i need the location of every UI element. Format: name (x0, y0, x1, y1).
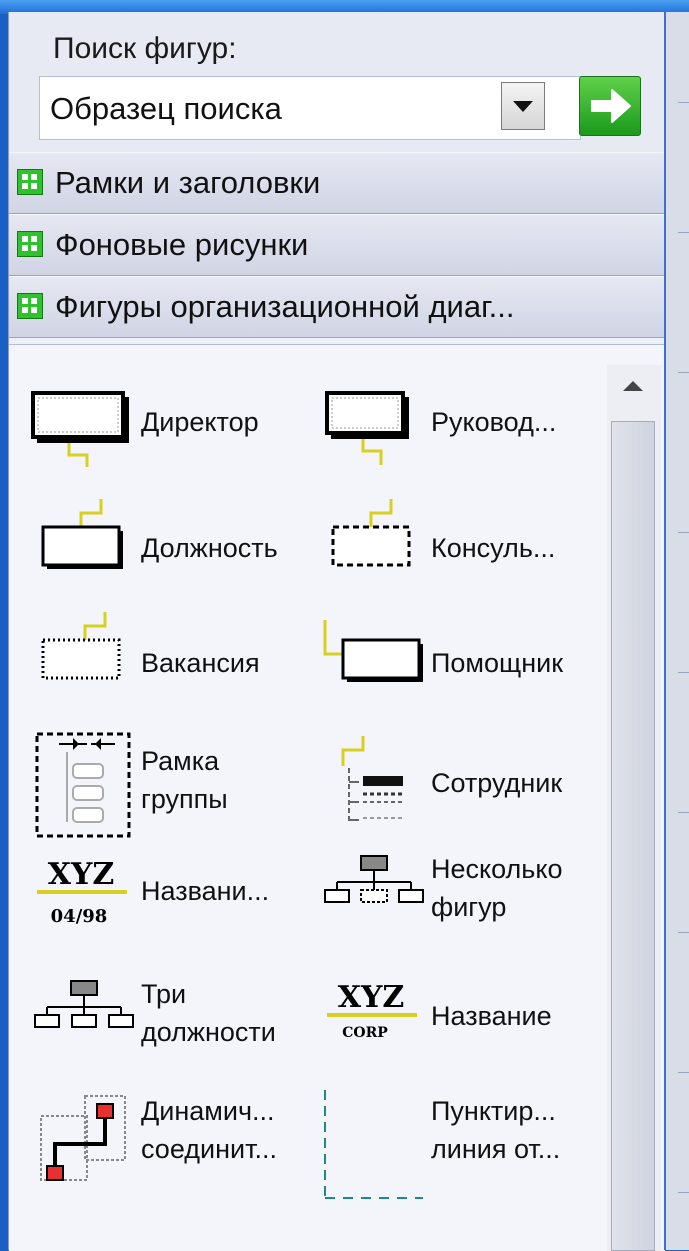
assistant-shape-icon (323, 620, 423, 682)
scroll-thumb[interactable] (611, 421, 655, 1251)
manager-shape-icon (325, 391, 409, 465)
arrow-right-icon (591, 89, 631, 123)
ruler-tick (678, 932, 689, 933)
stencil-label: Фоновые рисунки (55, 227, 309, 262)
three-positions-icon (34, 980, 134, 1028)
multiple-shapes-icon (324, 855, 424, 903)
stencil-borders-titles[interactable]: Рамки и заголовки (9, 152, 665, 214)
shape-staff[interactable]: Сотрудник (319, 730, 609, 840)
shape-label: Сотрудник (431, 768, 563, 798)
svg-text:04/98: 04/98 (51, 906, 108, 927)
consultant-shape-icon (331, 499, 411, 567)
shape-dynamic-connector[interactable]: Динамич... соединит... (29, 1090, 319, 1200)
ruler-tick (678, 1072, 689, 1073)
stencil-backgrounds[interactable]: Фоновые рисунки (9, 214, 665, 276)
shape-label: Рамка группы (141, 746, 228, 814)
shape-name-corp[interactable]: XYZ CORP Название (319, 975, 609, 1085)
scroll-up-button[interactable] (613, 365, 653, 405)
stencil-icon (17, 169, 43, 195)
shape-position[interactable]: Должность (29, 495, 319, 605)
search-input-value: Образец поиска (50, 91, 282, 126)
team-frame-shape-icon (35, 732, 131, 838)
dynamic-connector-icon (40, 1095, 126, 1181)
shape-label: Три должности (141, 979, 276, 1047)
shape-label: Пунктир... линия от... (431, 1096, 561, 1164)
shape-title-date[interactable]: XYZ 04/98 Названи... (29, 850, 319, 960)
shape-label: Вакансия (141, 648, 260, 678)
chevron-up-icon (623, 381, 643, 391)
shape-label: Названи... (141, 876, 270, 906)
shape-assistant[interactable]: Помощник (319, 610, 609, 720)
executive-shape-icon (31, 391, 129, 467)
drawing-canvas-edge (664, 12, 689, 1250)
ruler-tick (678, 1192, 689, 1193)
search-dropdown-button[interactable] (501, 82, 545, 130)
stencil-label: Рамки и заголовки (55, 165, 321, 200)
shape-label: Динамич... соединит... (141, 1096, 277, 1164)
title-date-shape-icon: XYZ 04/98 (37, 857, 127, 927)
search-shapes-area: Поиск фигур: Образец поиска (9, 12, 665, 152)
shape-label: Консуль... (431, 533, 556, 563)
shape-label: Помощник (431, 648, 564, 678)
chevron-down-icon (513, 101, 533, 112)
name-corp-shape-icon: XYZ CORP (327, 980, 417, 1041)
svg-text:CORP: CORP (342, 1025, 388, 1041)
shape-label: Несколько фигур (431, 854, 563, 922)
search-input[interactable]: Образец поиска (39, 76, 581, 140)
ruler-tick (678, 232, 689, 233)
svg-text:XYZ: XYZ (338, 980, 405, 1015)
shape-team-frame[interactable]: Рамка группы (29, 730, 319, 840)
search-go-button[interactable] (579, 76, 641, 136)
ruler-tick (678, 532, 689, 533)
stencil-icon (17, 231, 43, 257)
ruler-tick (678, 372, 689, 373)
ruler-tick (678, 102, 689, 103)
stencil-org-chart-shapes[interactable]: Фигуры организационной диаг... (9, 276, 665, 338)
stencil-icon (17, 293, 43, 319)
dotted-line-icon (324, 1090, 423, 1199)
position-shape-icon (41, 499, 123, 569)
shape-consultant[interactable]: Консуль... (319, 495, 609, 605)
shapes-scrollbar[interactable] (607, 365, 661, 1251)
ruler-tick (678, 812, 689, 813)
shape-multiple-shapes[interactable]: Несколько фигур (319, 850, 609, 960)
vacancy-shape-icon (41, 612, 121, 680)
shape-label: Руковод... (431, 407, 557, 437)
shape-three-positions[interactable]: Три должности (29, 975, 319, 1085)
shape-label: Директор (141, 407, 259, 437)
ruler-tick (678, 672, 689, 673)
shapes-list: Директор Руковод... Должность Консуль...… (9, 344, 665, 1251)
search-label: Поиск фигур: (53, 32, 237, 65)
shape-executive[interactable]: Директор (29, 385, 319, 495)
shape-manager[interactable]: Руковод... (319, 385, 609, 495)
shape-label: Должность (141, 533, 278, 563)
svg-text:XYZ: XYZ (48, 857, 115, 892)
stencil-label: Фигуры организационной диаг... (55, 289, 515, 324)
shape-dotted-line[interactable]: Пунктир... линия от... (319, 1090, 609, 1200)
shapes-panel: Поиск фигур: Образец поиска Рамки и заго… (8, 12, 665, 1251)
shape-label: Название (431, 1001, 552, 1031)
shape-vacancy[interactable]: Вакансия (29, 610, 319, 720)
staff-shape-icon (341, 736, 403, 822)
